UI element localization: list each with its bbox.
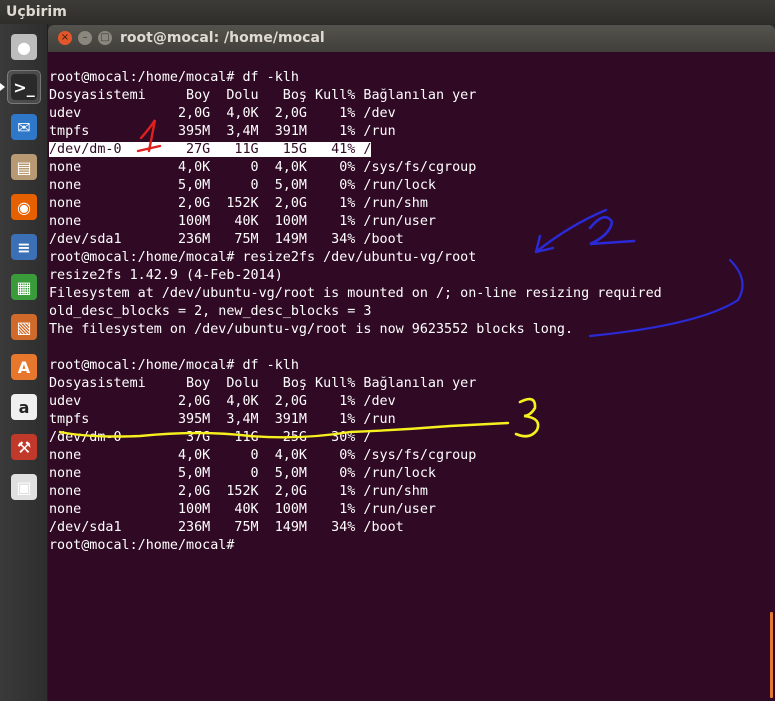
terminal-line: none 100M 40K 100M 1% /run/user (49, 502, 436, 517)
impress-launcher-button[interactable]: ▧ (7, 310, 41, 344)
terminal-line: The filesystem on /dev/ubuntu-vg/root is… (49, 322, 574, 337)
selected-text: /dev/dm-0 27G 11G 15G 41% / (49, 142, 372, 157)
active-indicator (0, 83, 5, 91)
terminal-output[interactable]: root@mocal:/home/mocal# df -klh Dosyasist… (48, 52, 775, 701)
terminal-lines: root@mocal:/home/mocal# df -klh Dosyasist… (49, 69, 662, 555)
maximize-button[interactable]: □ (98, 31, 112, 45)
terminal-line: /dev/sda1 236M 75M 149M 34% /boot (49, 232, 404, 247)
firefox-icon: ◉ (11, 194, 37, 220)
terminal-line: root@mocal:/home/mocal# (49, 538, 243, 553)
terminal-line: none 2,0G 152K 2,0G 1% /run/shm (49, 196, 428, 211)
top-panel: Uçbirim (0, 0, 775, 24)
thunderbird-launcher-button[interactable]: ✉ (7, 110, 41, 144)
software-center-icon: A (11, 354, 37, 380)
terminal-line: none 2,0G 152K 2,0G 1% /run/shm (49, 484, 428, 499)
terminal-line: old_desc_blocks = 2, new_desc_blocks = 3 (49, 304, 372, 319)
impress-icon: ▧ (11, 314, 37, 340)
window-titlebar[interactable]: × – □ root@mocal: /home/mocal (48, 25, 775, 52)
thunderbird-icon: ✉ (11, 114, 37, 140)
floppy-save-launcher-button[interactable]: ▣ (7, 470, 41, 504)
terminal-line: Dosyasistemi Boy Dolu Boş Kull% Bağlanıl… (49, 376, 477, 391)
terminal-line: none 4,0K 0 4,0K 0% /sys/fs/cgroup (49, 448, 477, 463)
calc-launcher-button[interactable]: ▦ (7, 270, 41, 304)
amazon-icon: a (11, 394, 37, 420)
terminal-line: /dev/sda1 236M 75M 149M 34% /boot (49, 520, 404, 535)
dash-home-launcher-button[interactable]: ● (7, 30, 41, 64)
amazon-launcher-button[interactable]: a (7, 390, 41, 424)
window-title: root@mocal: /home/mocal (120, 30, 325, 46)
terminal-line: root@mocal:/home/mocal# resize2fs /dev/u… (49, 250, 477, 265)
minimize-button[interactable]: – (78, 31, 92, 45)
terminal-line: /dev/dm-0 27G 11G 15G 41% / (49, 141, 662, 159)
terminal-line: tmpfs 395M 3,4M 391M 1% /run (49, 124, 396, 139)
scrollbar[interactable] (770, 612, 773, 698)
terminal-line: udev 2,0G 4,0K 2,0G 1% /dev (49, 394, 396, 409)
software-center-launcher-button[interactable]: A (7, 350, 41, 384)
terminal-line: /dev/dm-0 37G 11G 25G 30% / (49, 430, 372, 445)
launcher: ● >_ ✉ ▤ ◉ ≡ ▦ ▧ Aa ⚒ ▣ (0, 24, 48, 701)
terminal-line: none 5,0M 0 5,0M 0% /run/lock (49, 178, 436, 193)
terminal-line: root@mocal:/home/mocal# df -klh (49, 358, 299, 373)
terminal-window: × – □ root@mocal: /home/mocal root@mocal… (48, 25, 775, 701)
terminal-line: Filesystem at /dev/ubuntu-vg/root is mou… (49, 286, 662, 301)
files-icon: ▤ (11, 154, 37, 180)
terminal-line: none 100M 40K 100M 1% /run/user (49, 214, 436, 229)
terminal-icon: >_ (11, 74, 37, 100)
terminal-line: none 4,0K 0 4,0K 0% /sys/fs/cgroup (49, 160, 477, 175)
writer-icon: ≡ (11, 234, 37, 260)
terminal-line: tmpfs 395M 3,4M 391M 1% /run (49, 412, 396, 427)
writer-launcher-button[interactable]: ≡ (7, 230, 41, 264)
terminal-line: root@mocal:/home/mocal# df -klh (49, 70, 299, 85)
terminal-line: none 5,0M 0 5,0M 0% /run/lock (49, 466, 436, 481)
calc-icon: ▦ (11, 274, 37, 300)
system-settings-icon: ⚒ (11, 434, 37, 460)
system-settings-launcher-button[interactable]: ⚒ (7, 430, 41, 464)
files-launcher-button[interactable]: ▤ (7, 150, 41, 184)
terminal-line: resize2fs 1.42.9 (4-Feb-2014) (49, 268, 283, 283)
terminal-line: Dosyasistemi Boy Dolu Boş Kull% Bağlanıl… (49, 88, 477, 103)
firefox-launcher-button[interactable]: ◉ (7, 190, 41, 224)
dash-home-icon: ● (11, 34, 37, 60)
floppy-save-icon: ▣ (11, 474, 37, 500)
terminal-launcher-button[interactable]: >_ (7, 70, 41, 104)
close-button[interactable]: × (58, 31, 72, 45)
terminal-line: udev 2,0G 4,0K 2,0G 1% /dev (49, 106, 396, 121)
app-title: Uçbirim (6, 4, 67, 20)
